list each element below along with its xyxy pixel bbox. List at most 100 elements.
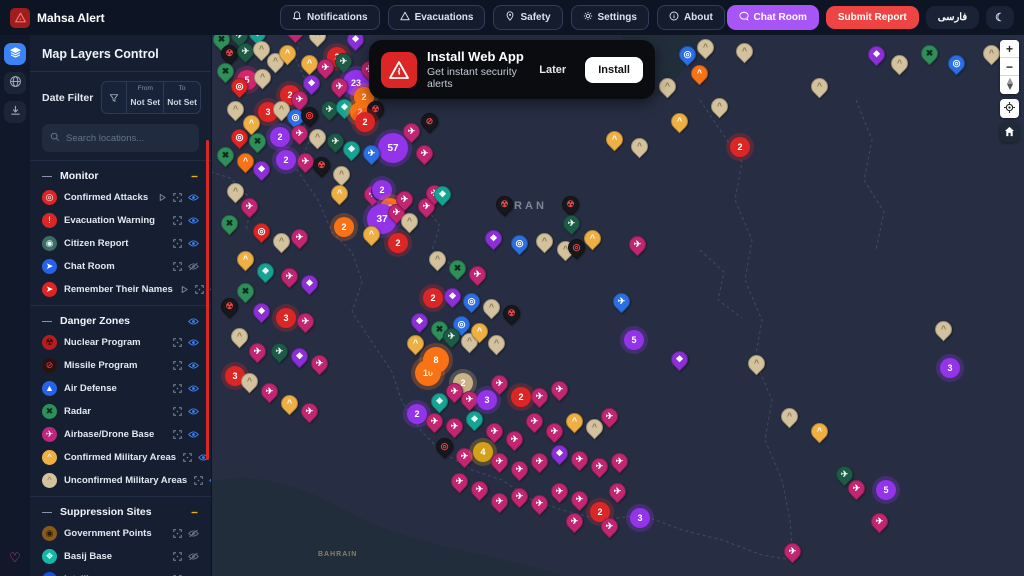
collapse-icon[interactable]: — xyxy=(42,171,52,182)
collapse-icon[interactable] xyxy=(190,508,199,517)
install-button[interactable]: Install xyxy=(585,57,643,83)
layers-tool-button[interactable] xyxy=(4,43,26,65)
play-icon[interactable] xyxy=(180,285,189,294)
globe-tool-button[interactable] xyxy=(4,72,26,94)
eye-visible-icon[interactable] xyxy=(188,216,199,225)
focus-icon[interactable] xyxy=(194,476,203,485)
layer-item[interactable]: ^Unconfirmed Military Areas xyxy=(30,469,211,492)
intelligence-icon: ◎ xyxy=(512,236,527,251)
collapse-icon[interactable]: — xyxy=(42,316,52,327)
map-cluster-marker[interactable]: 2 xyxy=(334,217,354,237)
map-cluster-marker[interactable]: 3 xyxy=(630,508,650,528)
map-cluster-marker[interactable]: 2 xyxy=(355,112,375,132)
focus-icon[interactable] xyxy=(173,384,182,393)
nav-notifications[interactable]: Notifications xyxy=(280,5,380,30)
search-input[interactable] xyxy=(66,133,191,144)
layer-item[interactable]: ☢Nuclear Program xyxy=(30,331,211,354)
layer-item[interactable]: ⊘Missile Program xyxy=(30,354,211,377)
collapse-icon[interactable] xyxy=(190,172,199,181)
layer-item[interactable]: ◎Confirmed Attacks xyxy=(30,186,211,209)
layer-item[interactable]: ❖Basij Base xyxy=(30,545,211,568)
eye-visible-icon[interactable] xyxy=(209,476,212,485)
confirmed-military-icon: ^ xyxy=(282,396,297,411)
nav-safety[interactable]: Safety xyxy=(493,5,562,30)
map-cluster-marker[interactable]: 8 xyxy=(423,347,449,373)
eye-hidden-icon[interactable] xyxy=(188,529,199,538)
zoom-in-button[interactable]: + xyxy=(1000,40,1019,58)
date-from[interactable]: From Not Set xyxy=(127,82,163,113)
layer-item[interactable]: ✈Airbase/Drone Base xyxy=(30,423,211,446)
focus-icon[interactable] xyxy=(173,216,182,225)
layer-item[interactable]: !Evacuation Warning xyxy=(30,209,211,232)
nav-settings[interactable]: Settings xyxy=(571,5,649,30)
layer-item[interactable]: ◎Intelligence xyxy=(30,568,211,576)
focus-icon[interactable] xyxy=(173,193,182,202)
play-icon[interactable] xyxy=(158,193,167,202)
eye-visible-icon[interactable] xyxy=(188,361,199,370)
layer-item[interactable]: ➤Remember Their Names xyxy=(30,278,211,301)
section-header[interactable]: —Danger Zones xyxy=(30,311,211,331)
focus-icon[interactable] xyxy=(173,529,182,538)
focus-icon[interactable] xyxy=(173,361,182,370)
layer-item[interactable]: ◉Government Points xyxy=(30,522,211,545)
focus-icon[interactable] xyxy=(173,239,182,248)
home-button[interactable] xyxy=(1000,123,1019,142)
later-button[interactable]: Later xyxy=(539,64,566,76)
date-to[interactable]: To Not Set xyxy=(164,82,200,113)
layer-item[interactable]: ^Confirmed Military Areas xyxy=(30,446,211,469)
map-cluster-marker[interactable]: 2 xyxy=(372,180,392,200)
focus-icon[interactable] xyxy=(173,262,182,271)
focus-icon[interactable] xyxy=(173,552,182,561)
map-cluster-marker[interactable]: 2 xyxy=(407,404,427,424)
map-cluster-marker[interactable]: 3 xyxy=(940,358,960,378)
eye-visible-icon[interactable] xyxy=(188,317,199,326)
download-tool-button[interactable] xyxy=(4,101,26,123)
eye-visible-icon[interactable] xyxy=(188,430,199,439)
chat-room-button[interactable]: Chat Room xyxy=(727,5,819,30)
eye-visible-icon[interactable] xyxy=(188,239,199,248)
focus-icon[interactable] xyxy=(183,453,192,462)
eye-visible-icon[interactable] xyxy=(188,407,199,416)
focus-icon[interactable] xyxy=(195,285,204,294)
eye-visible-icon[interactable] xyxy=(188,193,199,202)
layer-item[interactable]: ➤Chat Room xyxy=(30,255,211,278)
eye-visible-icon[interactable] xyxy=(188,384,199,393)
compass-button[interactable] xyxy=(1000,76,1019,94)
map-cluster-marker[interactable]: 5 xyxy=(624,330,644,350)
layer-item[interactable]: ▲Air Defense xyxy=(30,377,211,400)
panel-scrollbar[interactable] xyxy=(206,140,209,460)
focus-icon[interactable] xyxy=(173,430,182,439)
nav-evacuations[interactable]: Evacuations xyxy=(388,5,486,30)
map-cluster-marker[interactable]: 2 xyxy=(511,387,531,407)
focus-icon[interactable] xyxy=(173,407,182,416)
map-cluster-marker[interactable]: 5 xyxy=(876,480,896,500)
collapse-icon[interactable]: — xyxy=(42,507,52,518)
layer-item[interactable]: ✖Radar xyxy=(30,400,211,423)
mahsa-alert-app: IRANBAHRAIN ✖✈❖✈^2❖☢✈^^^^✈✈23✈✖5◎^2✈❖✈2❖… xyxy=(0,0,1024,576)
language-toggle-button[interactable]: فارسی xyxy=(926,6,979,29)
map-cluster-marker[interactable]: 3 xyxy=(276,308,296,328)
section-header[interactable]: —Suppression Sites xyxy=(30,502,211,522)
eye-visible-icon[interactable] xyxy=(188,338,199,347)
map-cluster-marker[interactable]: 3 xyxy=(477,390,497,410)
eye-hidden-icon[interactable] xyxy=(210,285,212,294)
section-header[interactable]: —Monitor xyxy=(30,166,211,186)
eye-hidden-icon[interactable] xyxy=(188,262,199,271)
layer-label: Airbase/Drone Base xyxy=(64,429,166,440)
focus-icon[interactable] xyxy=(173,338,182,347)
theme-toggle-button[interactable]: ☾ xyxy=(986,6,1014,29)
map-cluster-marker[interactable]: 2 xyxy=(423,288,443,308)
submit-report-button[interactable]: Submit Report xyxy=(826,6,919,29)
locate-button[interactable] xyxy=(1000,99,1019,118)
orange-site-icon: ^ xyxy=(692,66,707,81)
zoom-out-button[interactable]: − xyxy=(1000,58,1019,76)
nav-about[interactable]: About xyxy=(657,5,725,30)
map-cluster-marker[interactable]: 2 xyxy=(276,150,296,170)
map-cluster-marker[interactable]: 2 xyxy=(730,137,750,157)
eye-hidden-icon[interactable] xyxy=(188,552,199,561)
map-cluster-marker[interactable]: 2 xyxy=(270,127,290,147)
date-filter-control[interactable]: From Not Set To Not Set xyxy=(101,81,201,114)
map-cluster-marker[interactable]: 2 xyxy=(388,233,408,253)
layer-item[interactable]: ◉Citizen Report xyxy=(30,232,211,255)
heart-icon[interactable]: ♡ xyxy=(9,550,21,566)
